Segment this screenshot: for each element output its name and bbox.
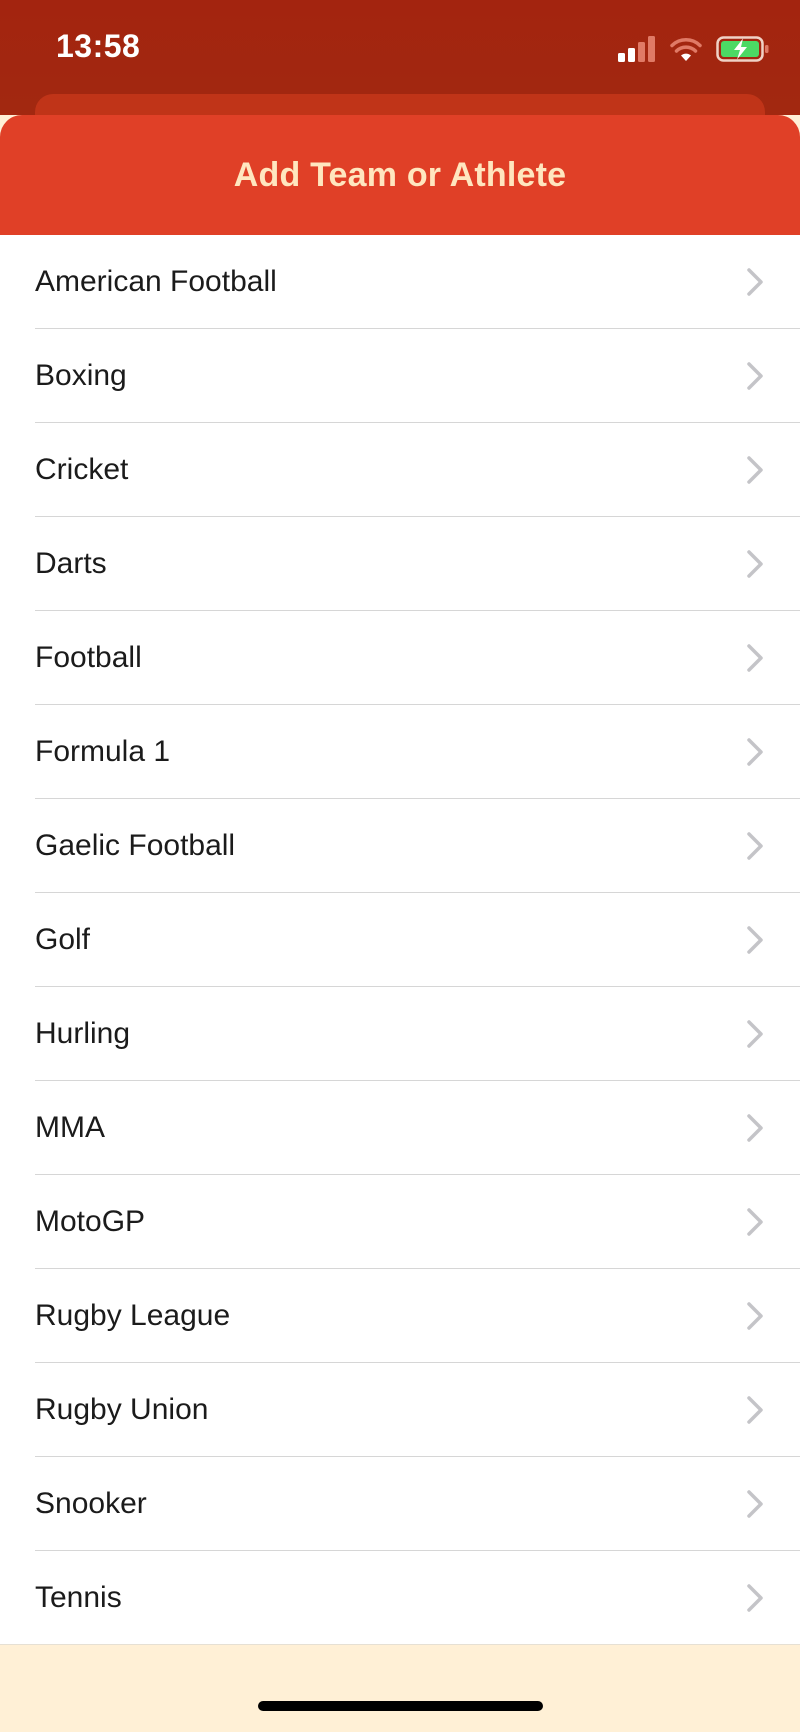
- chevron-right-icon: [744, 267, 766, 297]
- sport-row-darts[interactable]: Darts: [0, 517, 800, 611]
- sport-label: Darts: [35, 547, 107, 580]
- chevron-right-icon: [744, 1301, 766, 1331]
- chevron-right-icon: [744, 1019, 766, 1049]
- sport-row-golf[interactable]: Golf: [0, 893, 800, 987]
- sport-row-football[interactable]: Football: [0, 611, 800, 705]
- chevron-right-icon: [744, 831, 766, 861]
- sport-label: Boxing: [35, 359, 127, 392]
- chevron-right-icon: [744, 549, 766, 579]
- sport-row-rugby-union[interactable]: Rugby Union: [0, 1363, 800, 1457]
- sport-label: Rugby League: [35, 1299, 231, 1332]
- chevron-right-icon: [744, 1113, 766, 1143]
- sport-label: MotoGP: [35, 1205, 146, 1238]
- chevron-right-icon: [744, 737, 766, 767]
- sport-row-boxing[interactable]: Boxing: [0, 329, 800, 423]
- status-time: 13:58: [56, 28, 141, 64]
- sport-label: Snooker: [35, 1487, 147, 1520]
- sport-row-cricket[interactable]: Cricket: [0, 423, 800, 517]
- sport-label: Formula 1: [35, 735, 171, 768]
- chevron-right-icon: [744, 925, 766, 955]
- sheet-title: Add Team or Athlete: [233, 155, 567, 194]
- sport-row-hurling[interactable]: Hurling: [0, 987, 800, 1081]
- sport-row-american-football[interactable]: American Football: [0, 235, 800, 329]
- sport-row-motogp[interactable]: MotoGP: [0, 1175, 800, 1269]
- chevron-right-icon: [744, 455, 766, 485]
- add-team-sheet: Add Team or Athlete American Football Bo…: [0, 115, 800, 1732]
- chevron-right-icon: [744, 1583, 766, 1613]
- chevron-right-icon: [744, 1489, 766, 1519]
- sport-row-mma[interactable]: MMA: [0, 1081, 800, 1175]
- sport-label: Tennis: [35, 1581, 122, 1614]
- chevron-right-icon: [744, 643, 766, 673]
- cellular-signal-icon: [618, 36, 655, 62]
- status-icons: [618, 34, 770, 64]
- sport-label: Rugby Union: [35, 1393, 209, 1426]
- chevron-right-icon: [744, 361, 766, 391]
- home-indicator[interactable]: [258, 1701, 543, 1711]
- chevron-right-icon: [744, 1207, 766, 1237]
- battery-charging-icon: [716, 36, 769, 62]
- sport-label: MMA: [35, 1111, 105, 1144]
- sport-row-formula-1[interactable]: Formula 1: [0, 705, 800, 799]
- sport-row-gaelic-football[interactable]: Gaelic Football: [0, 799, 800, 893]
- sport-row-tennis[interactable]: Tennis: [0, 1551, 800, 1645]
- sport-label: Gaelic Football: [35, 829, 236, 862]
- wifi-icon: [670, 38, 702, 61]
- sport-list: American Football Boxing Cricket Darts F…: [0, 235, 800, 1645]
- sport-row-rugby-league[interactable]: Rugby League: [0, 1269, 800, 1363]
- sport-label: Cricket: [35, 453, 129, 486]
- sport-label: Football: [35, 641, 142, 674]
- sport-label: Golf: [35, 923, 91, 956]
- sport-label: American Football: [35, 265, 277, 298]
- chevron-right-icon: [744, 1395, 766, 1425]
- sport-row-snooker[interactable]: Snooker: [0, 1457, 800, 1551]
- sheet-header: Add Team or Athlete: [0, 115, 800, 235]
- sport-label: Hurling: [35, 1017, 131, 1050]
